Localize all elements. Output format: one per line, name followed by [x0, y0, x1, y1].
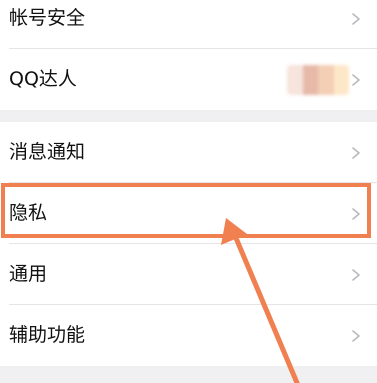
settings-group-general: 消息通知 隐私 通用 辅助功能 — [0, 122, 377, 366]
chevron-right-icon — [352, 146, 360, 159]
settings-item-label: QQ达人 — [9, 68, 77, 90]
settings-item-label: 通用 — [9, 263, 48, 285]
chevron-right-icon — [352, 12, 360, 25]
settings-item-label: 消息通知 — [9, 141, 86, 163]
settings-item-accessibility[interactable]: 辅助功能 — [0, 305, 377, 366]
settings-item-label: 辅助功能 — [9, 324, 86, 346]
chevron-right-icon — [352, 73, 360, 86]
badge-swatch — [287, 65, 303, 95]
settings-item-message-notification[interactable]: 消息通知 — [0, 122, 377, 183]
settings-item-account-security[interactable]: 帐号安全 — [0, 0, 377, 49]
settings-group-account: 帐号安全 QQ达人 — [0, 0, 377, 110]
settings-item-qq-daren[interactable]: QQ达人 — [0, 49, 377, 110]
chevron-right-icon — [352, 329, 360, 342]
settings-item-label: 帐号安全 — [9, 7, 86, 29]
badge-swatch — [302, 65, 318, 95]
qq-daren-badge-blurred — [287, 65, 349, 95]
settings-item-general[interactable]: 通用 — [0, 244, 377, 305]
badge-swatch — [333, 65, 349, 95]
badge-swatch — [318, 65, 334, 95]
settings-item-label: 隐私 — [9, 202, 48, 224]
chevron-right-icon — [352, 207, 360, 220]
chevron-right-icon — [352, 268, 360, 281]
settings-item-privacy[interactable]: 隐私 — [0, 183, 377, 244]
